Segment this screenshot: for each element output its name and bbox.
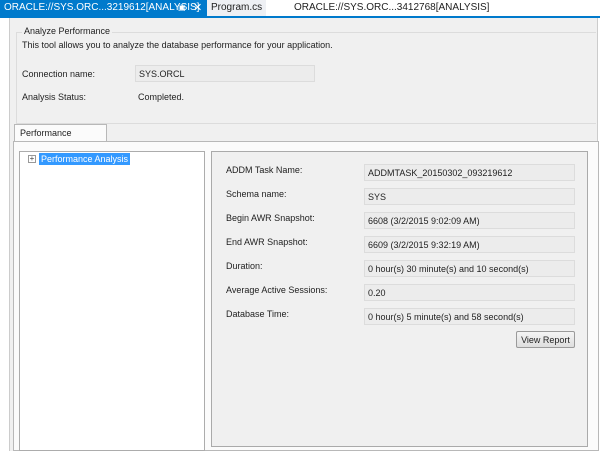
detail-value-field: ADDMTASK_20150302_093219612 [364,164,575,181]
pin-icon[interactable]: ▣ [178,0,186,16]
tree-node-performance-analysis[interactable]: Performance Analysis [39,153,131,165]
analysis-document: Analyze Performance This tool allows you… [9,18,599,451]
description: This tool allows you to analyze the data… [22,40,333,50]
detail-value-field: 6609 (3/2/2015 9:32:19 AM) [364,236,575,253]
analysis-tree[interactable]: + Performance Analysis [19,151,205,451]
tab-analysis-1[interactable]: ORACLE://SYS.ORC...3219612[ANALYSIS] ▣ ✕ [0,0,207,16]
tab-label: Program.cs [211,2,263,13]
connection-name-field: SYS.ORCL [135,65,315,82]
tab-analysis-2[interactable]: ORACLE://SYS.ORC...3412768[ANALYSIS] [290,0,493,16]
detail-label: Average Active Sessions: [226,285,328,295]
connection-label: Connection name: [22,69,96,79]
performance-analysis-panel: + Performance Analysis View Report ADDM … [13,141,599,451]
detail-label: End AWR Snapshot: [226,237,308,247]
view-report-button[interactable]: View Report [516,331,575,348]
analyze-performance-group: Analyze Performance This tool allows you… [16,26,596,124]
tab-label: ORACLE://SYS.ORC...3219612[ANALYSIS] [4,2,200,13]
detail-label: Begin AWR Snapshot: [226,213,315,223]
detail-value-field: 6608 (3/2/2015 9:02:09 AM) [364,212,575,229]
detail-value-field: SYS [364,188,575,205]
detail-value-field: 0.20 [364,284,575,301]
detail-value-field: 0 hour(s) 30 minute(s) and 10 second(s) [364,260,575,277]
document-tab-bar: ORACLE://SYS.ORC...3219612[ANALYSIS] ▣ ✕… [0,0,600,18]
details-panel: View Report ADDM Task Name: ADDMTASK_2015… [211,151,588,447]
detail-label: Schema name: [226,189,287,199]
tab-program-cs[interactable]: Program.cs [207,0,267,16]
tab-performance-analysis[interactable]: Performance Analysis [14,124,107,155]
detail-label: Duration: [226,261,263,271]
detail-label: ADDM Task Name: [226,165,303,175]
tab-label: ORACLE://SYS.ORC...3412768[ANALYSIS] [294,2,490,13]
group-title: Analyze Performance [22,26,113,36]
expand-icon[interactable]: + [28,155,36,163]
detail-label: Database Time: [226,309,290,319]
status-value: Completed. [138,92,185,102]
detail-value-field: 0 hour(s) 5 minute(s) and 58 second(s) [364,308,575,325]
close-icon[interactable]: ✕ [193,0,202,16]
status-label: Analysis Status: [22,92,87,102]
